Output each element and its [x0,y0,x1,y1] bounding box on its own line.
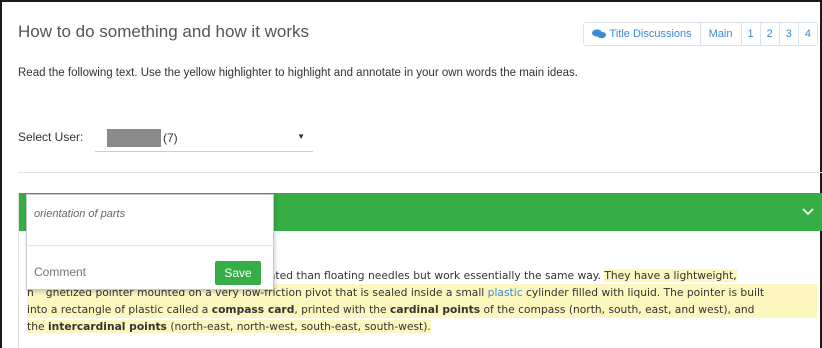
redacted-username [107,128,161,147]
passage-text: cated than floating needles but work ess… [263,269,605,282]
passage-text: cylinder filled with liquid. The pointer… [522,286,765,299]
chevron-down-icon[interactable] [801,204,815,218]
passage-line-3[interactable]: into a rectangle of plastic called a com… [27,301,817,318]
cardinal-points-term: cardinal points [390,303,481,316]
page-3-button[interactable]: 3 [779,23,799,45]
intercardinal-points-term: intercardinal points [47,320,167,333]
page-1-button[interactable]: 1 [741,23,761,45]
annotation-quote: orientation of parts [34,208,126,220]
compass-card-term: compass card [211,303,295,316]
passage-text: the [27,320,48,333]
page-navigation: Title Discussions Main 1 2 3 4 [582,22,818,46]
annotation-popup: orientation of parts Save [26,194,275,290]
passage-text: , printed with the [294,303,391,316]
select-user-label: Select User: [18,130,84,144]
passage-text: (north-east, north-west, south-east, sou… [166,320,431,333]
page-4-button[interactable]: 4 [798,23,817,45]
plastic-link[interactable]: plastic [488,286,523,299]
highlighted-text[interactable]: They have a lightweight, [604,269,737,282]
page-2-button[interactable]: 2 [760,23,780,45]
section-divider [18,172,822,173]
title-discussions-button[interactable]: Title Discussions [583,23,701,45]
main-page-button[interactable]: Main [700,23,742,45]
instructions-text: Read the following text. Use the yellow … [18,67,579,79]
page-title: How to do something and how it works [18,22,310,41]
select-user-dropdown[interactable]: (7) ▼ [95,124,313,152]
caret-down-icon: ▼ [297,132,305,141]
passage-line-4[interactable]: the intercardinal points (north-east, no… [27,318,817,335]
title-discussions-label: Title Discussions [609,28,692,40]
comment-input[interactable] [34,265,184,279]
passage-text: into a rectangle of plastic called a [27,303,212,316]
popup-divider [27,245,275,246]
select-user-value: (7) [163,130,178,145]
passage-text: of the compass (north, south, east, and … [480,303,755,316]
save-button[interactable]: Save [215,261,261,285]
chat-bubbles-icon [591,29,606,39]
